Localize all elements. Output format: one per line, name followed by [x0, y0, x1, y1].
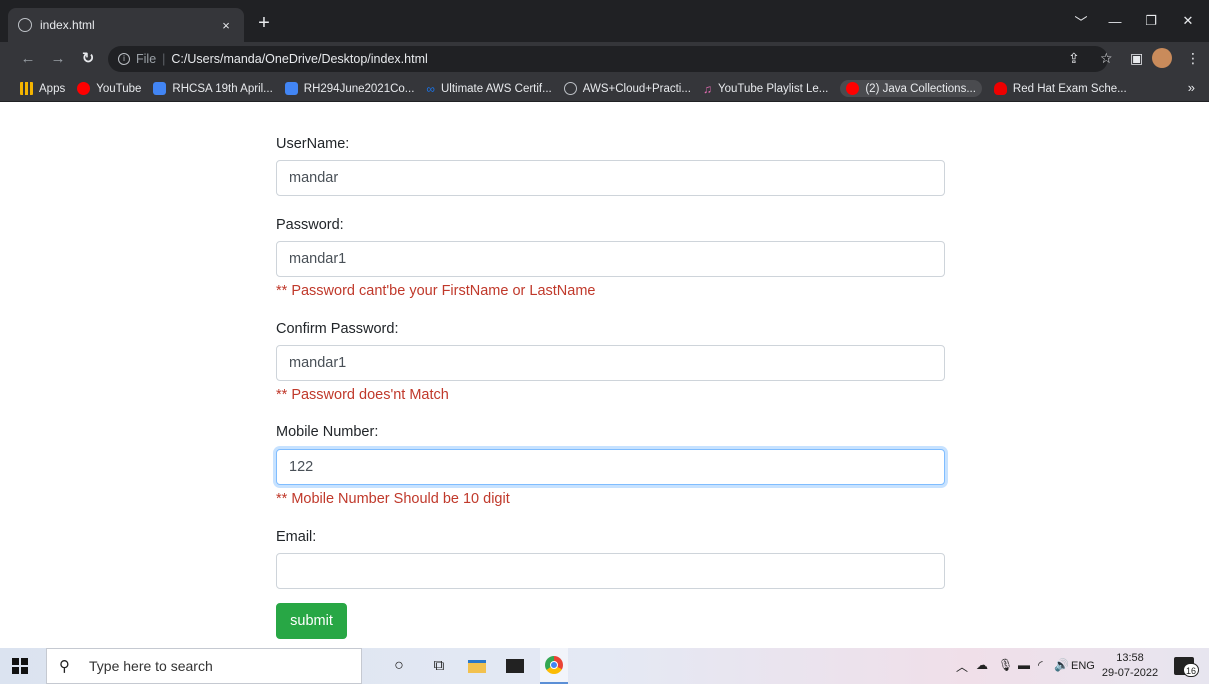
battery-icon[interactable]: ▬: [1018, 658, 1030, 672]
confirm-password-input[interactable]: [276, 345, 945, 381]
terminal-icon[interactable]: [504, 656, 526, 676]
profile-avatar[interactable]: [1152, 48, 1172, 68]
reload-icon[interactable]: ↻: [78, 49, 98, 69]
search-icon: ⚲: [59, 658, 70, 675]
taskbar-search-placeholder: Type here to search: [89, 658, 213, 674]
email-label: Email:: [276, 529, 317, 545]
chrome-icon[interactable]: [540, 648, 568, 684]
notification-count: 16: [1183, 663, 1199, 677]
share-icon[interactable]: ⇪: [1068, 50, 1080, 67]
bookmark-ultimate-aws[interactable]: ∞ Ultimate AWS Certif...: [426, 82, 551, 96]
bookmark-java-collections[interactable]: (2) Java Collections...: [840, 80, 982, 97]
file-explorer-icon[interactable]: [466, 656, 488, 676]
wifi-icon[interactable]: ◜: [1038, 658, 1043, 672]
mobile-number-label: Mobile Number:: [276, 424, 379, 440]
url-text: C:/Users/manda/OneDrive/Desktop/index.ht…: [171, 52, 428, 66]
mobile-number-input[interactable]: [276, 449, 945, 485]
password-error: ** Password cant'be your FirstName or La…: [276, 283, 596, 299]
new-tab-button[interactable]: +: [252, 12, 276, 36]
apps-grid-icon: [20, 82, 33, 95]
docs-icon: [153, 82, 167, 95]
username-input[interactable]: [276, 160, 945, 196]
menu-icon[interactable]: ⋮: [1186, 50, 1200, 67]
globe-icon: [18, 18, 32, 32]
confirm-password-label: Confirm Password:: [276, 321, 399, 337]
mobile-number-error: ** Mobile Number Should be 10 digit: [276, 491, 510, 507]
info-icon[interactable]: i: [118, 53, 130, 65]
language-indicator[interactable]: ENG: [1071, 660, 1095, 672]
password-label: Password:: [276, 217, 344, 233]
browser-toolbar: ← → ↻ i File | C:/Users/manda/OneDrive/D…: [0, 42, 1209, 76]
email-input[interactable]: [276, 553, 945, 589]
globe-icon: [563, 82, 577, 95]
playlist-icon: ♫: [702, 82, 712, 96]
bookmark-youtube[interactable]: YouTube: [77, 82, 141, 95]
forward-icon[interactable]: →: [48, 49, 68, 69]
submit-button[interactable]: submit: [276, 603, 347, 639]
bookmark-rh294[interactable]: RH294June2021Co...: [284, 82, 414, 95]
redhat-icon: [993, 82, 1007, 95]
username-label: UserName:: [276, 136, 350, 152]
more-bookmarks-icon[interactable]: »: [1188, 80, 1195, 95]
taskbar-search-box[interactable]: ⚲ Type here to search: [46, 648, 362, 684]
bookmark-red-hat-exam[interactable]: Red Hat Exam Sche...: [993, 82, 1127, 95]
bookmark-apps[interactable]: Apps: [20, 82, 65, 95]
side-panel-icon[interactable]: ▣: [1130, 50, 1143, 67]
clock-date: 29-07-2022: [1101, 667, 1159, 679]
youtube-icon: [846, 82, 860, 95]
volume-icon[interactable]: 🔊: [1054, 658, 1069, 672]
hidden-icons-chevron[interactable]: ︿: [956, 658, 968, 675]
tab-index-html[interactable]: index.html ×: [8, 8, 244, 42]
clock-time: 13:58: [1116, 652, 1144, 664]
restore-icon[interactable]: ❐: [1130, 0, 1172, 42]
password-input[interactable]: [276, 241, 945, 277]
close-tab-icon[interactable]: ×: [218, 18, 234, 33]
bookmark-youtube-playlist[interactable]: ♫ YouTube Playlist Le...: [702, 82, 828, 96]
bookmark-star-icon[interactable]: ☆: [1100, 50, 1113, 67]
close-window-icon[interactable]: ✕: [1167, 0, 1209, 42]
tab-title: index.html: [40, 18, 95, 32]
task-view-icon[interactable]: ⧉: [428, 656, 450, 676]
url-separator: |: [162, 52, 166, 66]
infinity-icon: ∞: [426, 82, 435, 96]
url-scheme: File: [136, 52, 157, 66]
windows-taskbar: ⚲ Type here to search ○ ⧉ ︿ ☁ 🎙 ▬ ◜ 🔊 EN…: [0, 648, 1209, 684]
bookmark-aws-cloud[interactable]: AWS+Cloud+Practi...: [563, 82, 691, 95]
confirm-password-error: ** Password does'nt Match: [276, 387, 449, 403]
address-bar[interactable]: i File | C:/Users/manda/OneDrive/Desktop…: [108, 46, 1108, 72]
bookmark-rhcsa[interactable]: RHCSA 19th April...: [153, 82, 273, 95]
notifications-button[interactable]: 16: [1174, 657, 1199, 677]
browser-tab-strip: index.html × + ﹀ — ❐ ✕: [0, 0, 1209, 42]
docs-icon: [284, 82, 298, 95]
windows-start-icon[interactable]: [12, 658, 28, 674]
taskbar-clock[interactable]: 13:58 29-07-2022: [1094, 651, 1166, 681]
onedrive-cloud-icon[interactable]: ☁: [976, 658, 988, 672]
bookmarks-bar: Apps YouTube RHCSA 19th April... RH294Ju…: [0, 76, 1209, 102]
microphone-icon[interactable]: 🎙: [998, 658, 1013, 672]
youtube-icon: [77, 82, 91, 95]
back-icon[interactable]: ←: [18, 49, 38, 69]
cortana-icon[interactable]: ○: [388, 656, 410, 676]
